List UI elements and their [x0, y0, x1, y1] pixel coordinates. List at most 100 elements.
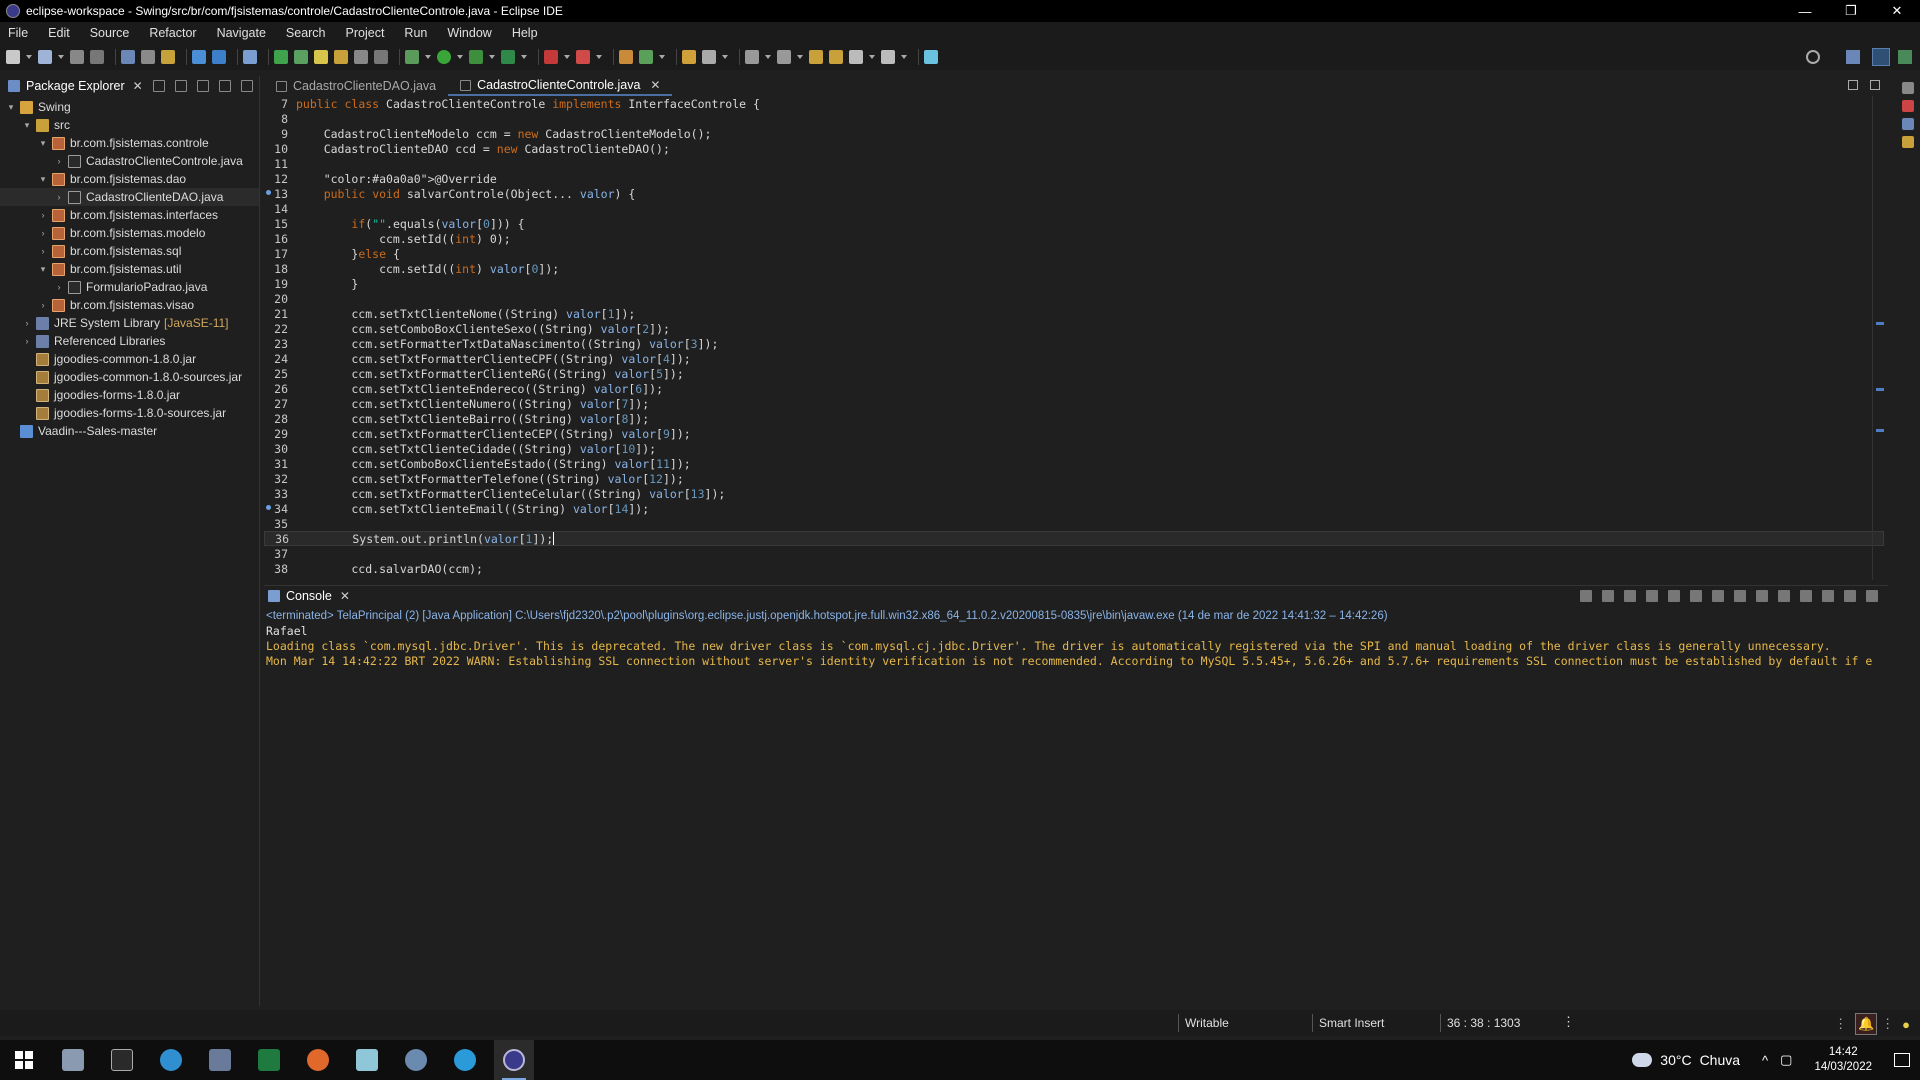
- code-line[interactable]: 30 ccm.setTxtClienteCidade((String) valo…: [264, 441, 1884, 456]
- menu-refactor[interactable]: Refactor: [149, 26, 196, 40]
- collapse-all-icon[interactable]: [153, 80, 165, 92]
- close-icon[interactable]: ✕: [340, 589, 350, 603]
- tree-item[interactable]: ▾ src: [0, 116, 259, 134]
- tree-item[interactable]: › CadastroClienteDAO.java: [0, 188, 259, 206]
- next-annotation-icon[interactable]: [745, 50, 759, 64]
- java-perspective-icon[interactable]: [1872, 48, 1890, 66]
- menu-help[interactable]: Help: [512, 26, 538, 40]
- code-line[interactable]: 9 CadastroClienteModelo ccm = new Cadast…: [264, 126, 1884, 141]
- menu-project[interactable]: Project: [346, 26, 385, 40]
- save-all-icon[interactable]: [90, 50, 104, 64]
- code-line[interactable]: 23 ccm.setFormatterTxtDataNascimento((St…: [264, 336, 1884, 351]
- minimize-icon[interactable]: [1848, 80, 1858, 90]
- chevron-down-icon[interactable]: [564, 55, 570, 59]
- code-line[interactable]: 37: [264, 546, 1884, 561]
- task-list-icon[interactable]: [1902, 100, 1914, 112]
- chevron-down-icon[interactable]: [489, 55, 495, 59]
- action-center-icon[interactable]: [1894, 1053, 1910, 1067]
- outline-icon[interactable]: [1902, 118, 1914, 130]
- stop-icon[interactable]: [544, 50, 558, 64]
- menu-source[interactable]: Source: [90, 26, 130, 40]
- override-marker-icon[interactable]: [266, 190, 271, 195]
- chevron-down-icon[interactable]: [797, 55, 803, 59]
- tree-item[interactable]: › JRE System Library [JavaSE-11]: [0, 314, 259, 332]
- whitespace-icon[interactable]: [354, 50, 368, 64]
- open-icon[interactable]: [38, 50, 52, 64]
- chevron-right-icon[interactable]: ›: [22, 318, 32, 328]
- close-icon[interactable]: ✕: [133, 79, 143, 93]
- console-output[interactable]: Rafael Loading class `com.mysql.jdbc.Driv…: [264, 624, 1888, 669]
- more-icon[interactable]: ⋮: [1562, 1014, 1575, 1030]
- chevron-down-icon[interactable]: [457, 55, 463, 59]
- taskbar-clock[interactable]: 14:42 14/03/2022: [1814, 1045, 1872, 1075]
- taskbar-excel[interactable]: [249, 1040, 289, 1080]
- taskbar-notepad[interactable]: [347, 1040, 387, 1080]
- chevron-right-icon[interactable]: ›: [38, 246, 48, 256]
- show-stdout-icon[interactable]: [1734, 590, 1746, 602]
- code-line[interactable]: 35: [264, 516, 1884, 531]
- menu-search[interactable]: Search: [286, 26, 326, 40]
- code-editor[interactable]: 7 public class CadastroClienteControle im…: [264, 96, 1884, 580]
- prev-annotation-icon[interactable]: [777, 50, 791, 64]
- maximize-icon[interactable]: [1870, 80, 1880, 90]
- save-icon[interactable]: [70, 50, 84, 64]
- overview-ruler[interactable]: [1872, 96, 1886, 580]
- code-line[interactable]: 10 CadastroClienteDAO ccd = new Cadastro…: [264, 141, 1884, 156]
- close-button[interactable]: ✕: [1874, 0, 1920, 22]
- taskbar-firefox[interactable]: [298, 1040, 338, 1080]
- taskbar-calculator[interactable]: [200, 1040, 240, 1080]
- chevron-down-icon[interactable]: [765, 55, 771, 59]
- pilcrow-icon[interactable]: [374, 50, 388, 64]
- open-perspective-icon[interactable]: [1846, 50, 1860, 64]
- open-type-icon[interactable]: [682, 50, 696, 64]
- tree-item[interactable]: jgoodies-forms-1.8.0-sources.jar: [0, 404, 259, 422]
- search-icon[interactable]: [1806, 50, 1820, 64]
- chevron-right-icon[interactable]: ›: [54, 282, 64, 292]
- tree-item[interactable]: › FormularioPadrao.java: [0, 278, 259, 296]
- minimize-icon[interactable]: [219, 80, 231, 92]
- menu-edit[interactable]: Edit: [48, 26, 70, 40]
- menu-run[interactable]: Run: [404, 26, 427, 40]
- override-marker-icon[interactable]: [266, 505, 271, 510]
- close-icon[interactable]: ✕: [650, 78, 660, 92]
- tree-item[interactable]: ▾ br.com.fjsistemas.dao: [0, 170, 259, 188]
- code-line[interactable]: 22 ccm.setComboBoxClienteSexo((String) v…: [264, 321, 1884, 336]
- overview-marker[interactable]: [1876, 429, 1884, 432]
- chevron-right-icon[interactable]: ›: [22, 336, 32, 346]
- code-line[interactable]: 34 ccm.setTxtClienteEmail((String) valor…: [264, 501, 1884, 516]
- chevron-right-icon[interactable]: ›: [38, 210, 48, 220]
- network-icon[interactable]: ▢: [1780, 1052, 1792, 1068]
- tree-item[interactable]: › CadastroClienteControle.java: [0, 152, 259, 170]
- code-line[interactable]: 27 ccm.setTxtClienteNumero((String) valo…: [264, 396, 1884, 411]
- refresh-icon[interactable]: [294, 50, 308, 64]
- code-line[interactable]: 28 ccm.setTxtClienteBairro((String) valo…: [264, 411, 1884, 426]
- chevron-down-icon[interactable]: [26, 55, 32, 59]
- taskbar-file-explorer[interactable]: [53, 1040, 93, 1080]
- code-line[interactable]: 13 public void salvarControle(Object... …: [264, 186, 1884, 201]
- tree-item[interactable]: › br.com.fjsistemas.sql: [0, 242, 259, 260]
- scroll-lock-icon[interactable]: [1690, 590, 1702, 602]
- code-line[interactable]: 8: [264, 111, 1884, 126]
- vertical-dots-icon[interactable]: ⋮: [1881, 1016, 1894, 1032]
- pin-editor-icon[interactable]: [924, 50, 938, 64]
- mark-occurrences-icon[interactable]: [314, 50, 328, 64]
- code-line[interactable]: 29 ccm.setTxtFormatterClienteCEP((String…: [264, 426, 1884, 441]
- minimize-button[interactable]: —: [1782, 0, 1828, 22]
- code-line[interactable]: 7 public class CadastroClienteControle im…: [264, 96, 1884, 111]
- tree-item[interactable]: › br.com.fjsistemas.visao: [0, 296, 259, 314]
- console-icon[interactable]: [243, 50, 257, 64]
- show-stderr-icon[interactable]: [1756, 590, 1768, 602]
- code-line[interactable]: 20: [264, 291, 1884, 306]
- chevron-down-icon[interactable]: [521, 55, 527, 59]
- tree-item[interactable]: jgoodies-forms-1.8.0.jar: [0, 386, 259, 404]
- code-line[interactable]: 36 System.out.println(valor[1]);: [264, 531, 1884, 546]
- chevron-down-icon[interactable]: [869, 55, 875, 59]
- lightbulb-icon[interactable]: ●: [1902, 1017, 1910, 1032]
- chevron-down-icon[interactable]: [425, 55, 431, 59]
- new-console-icon[interactable]: [1822, 590, 1834, 602]
- chevron-right-icon[interactable]: ›: [38, 300, 48, 310]
- menu-window[interactable]: Window: [447, 26, 491, 40]
- debug-run-icon[interactable]: [405, 50, 419, 64]
- minimize-icon[interactable]: [1844, 590, 1856, 602]
- taskbar-edge[interactable]: [151, 1040, 191, 1080]
